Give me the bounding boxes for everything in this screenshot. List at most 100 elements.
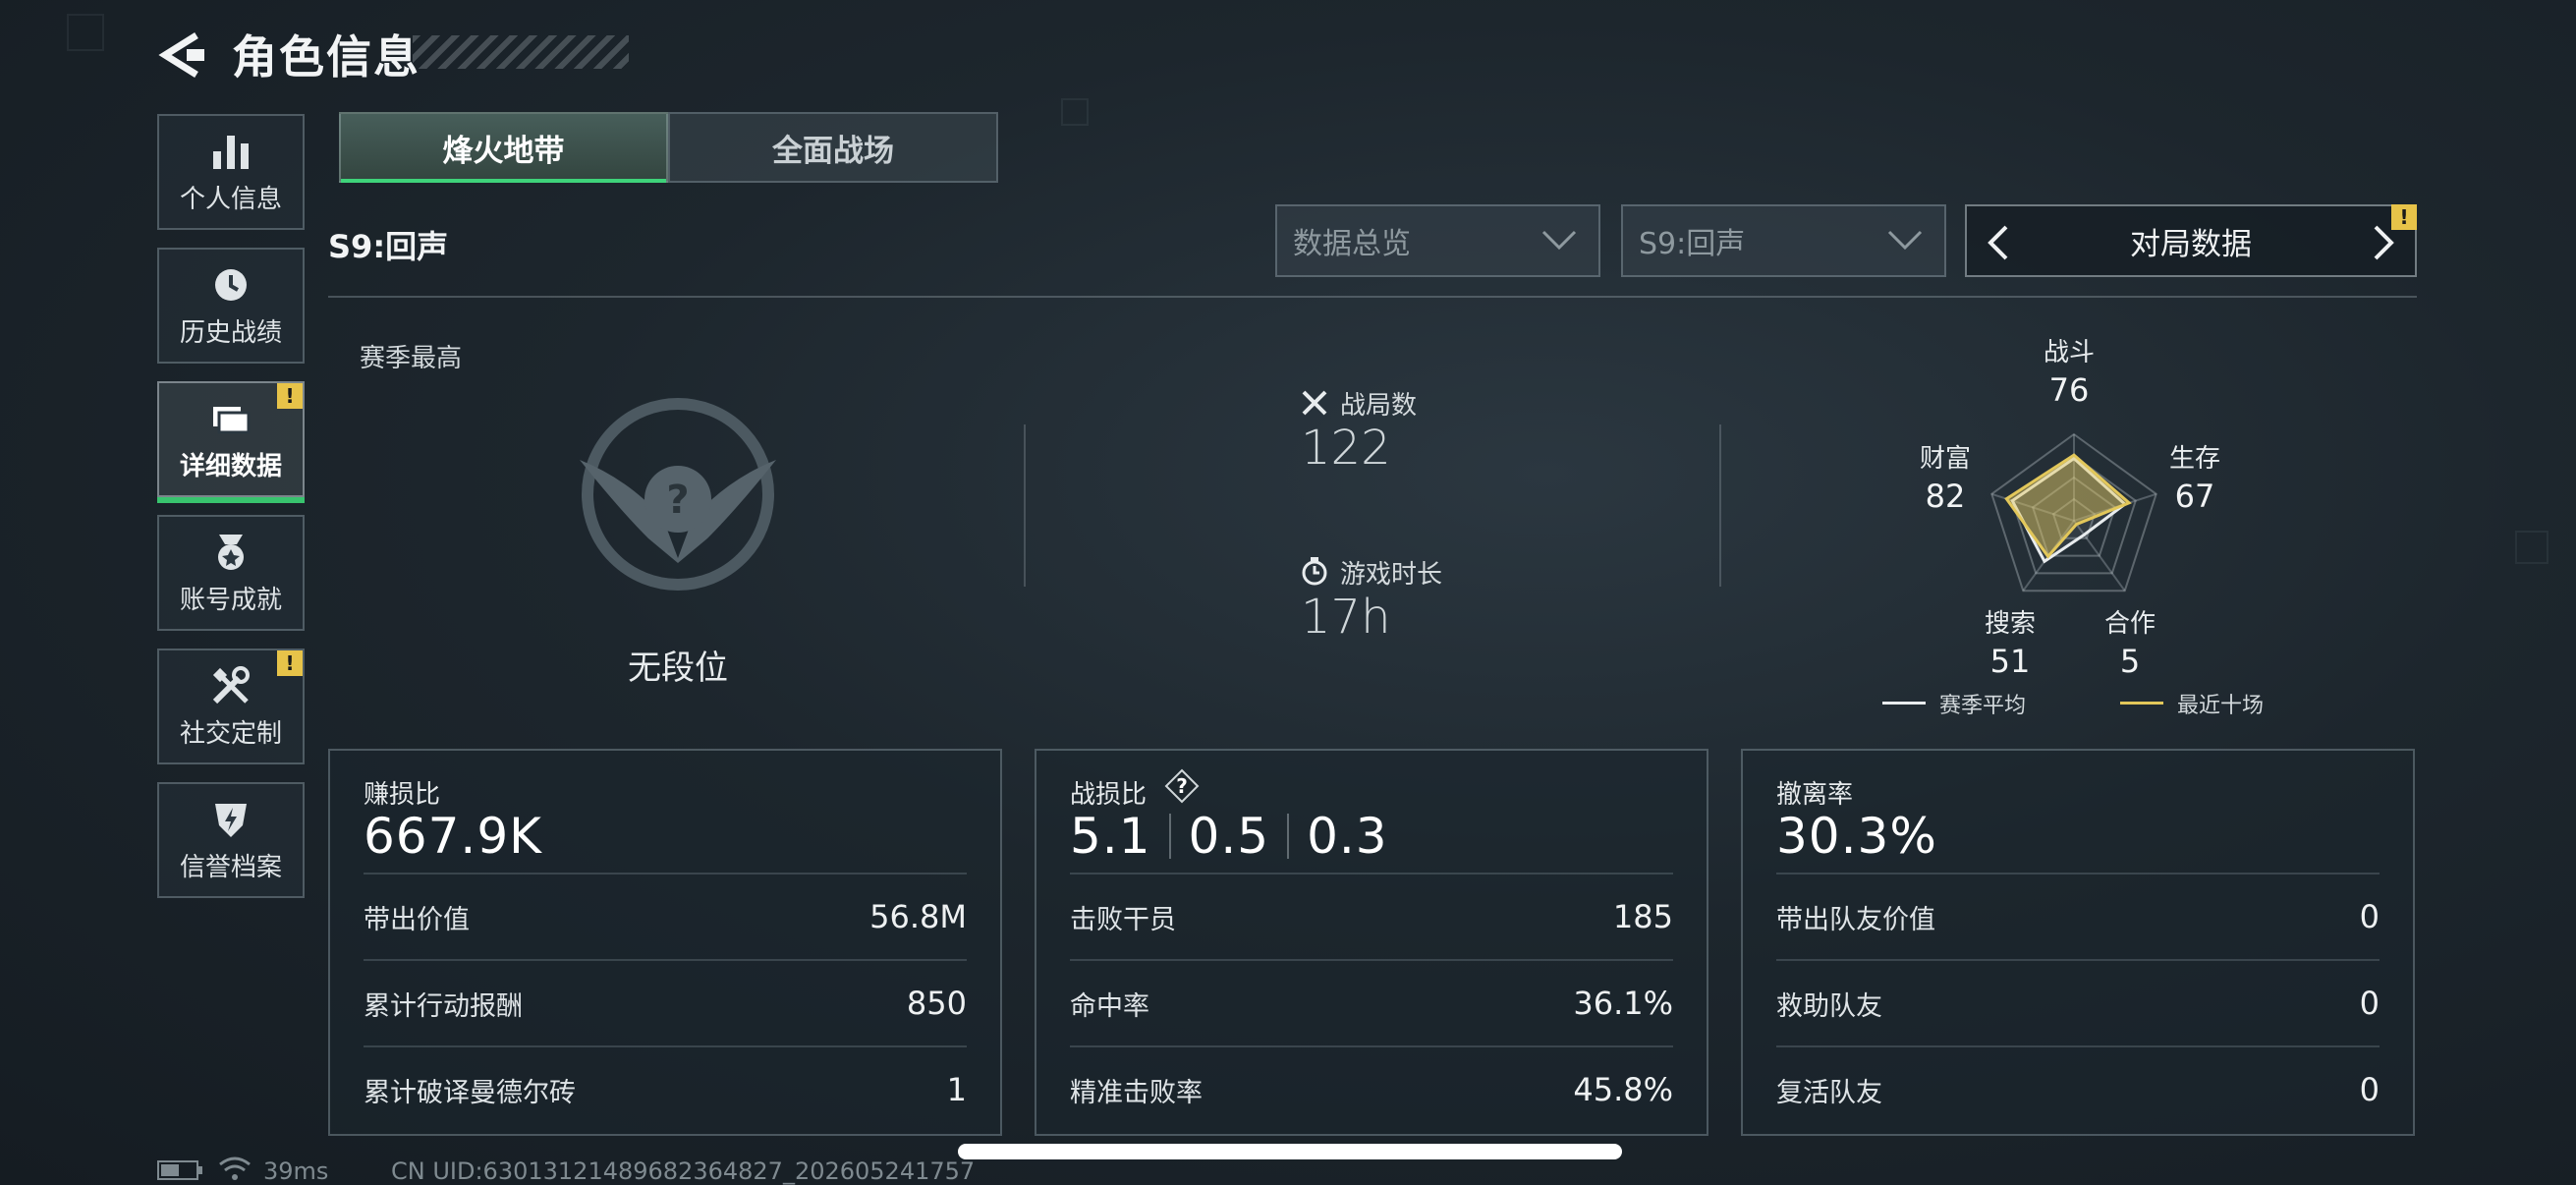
radar-axis-label: 搜索 (1984, 609, 2036, 639)
kd-separator (1287, 814, 1290, 859)
kd-value-2: 0.5 (1188, 808, 1270, 865)
ping-value: 39ms (263, 1157, 329, 1185)
rank-emblem-icon: ? (580, 398, 776, 591)
sidebar-item-label: 详细数据 (179, 451, 282, 481)
title-stripe-decoration (413, 35, 629, 69)
radar-axis-label: 财富 (1919, 444, 1971, 474)
kd-separator (1168, 814, 1171, 859)
radar-axis-value: 67 (2174, 478, 2215, 515)
stat-row: 命中率 36.1% (1070, 959, 1673, 1045)
radar-axis-value: 82 (1925, 478, 1966, 515)
stat-row: 击败干员 185 (1070, 873, 1673, 959)
card-main-value: 30.3% (1776, 808, 1937, 865)
stat-row: 救助队友 0 (1776, 959, 2380, 1045)
play-time-value: 17h (1301, 590, 1391, 645)
stat-row: 带出价值 56.8M (364, 873, 967, 959)
battery-icon (157, 1160, 202, 1180)
alert-badge: ! (2391, 204, 2417, 230)
sidebar-item-achievements[interactable]: 账号成就 (157, 515, 305, 631)
season-dropdown[interactable]: S9:回声 (1621, 204, 1946, 277)
radar-axis-label: 生存 (2168, 444, 2220, 474)
kd-values: 5.1 0.5 0.3 (1070, 808, 1388, 865)
home-indicator[interactable] (958, 1144, 1622, 1159)
stat-value: 1 (946, 1071, 967, 1108)
card-title: 战损比 (1070, 780, 1148, 810)
card-title: 撤离率 (1776, 780, 1854, 810)
radar-axis-value: 76 (2048, 371, 2090, 409)
stat-row: 累计行动报酬 850 (364, 959, 967, 1045)
sidebar-item-history[interactable]: 历史战绩 (157, 248, 305, 364)
stat-value: 0 (2359, 1071, 2380, 1108)
page-title: 角色信息 (232, 30, 420, 84)
uid-text: CN UID:63013121489682364827_202605241757 (391, 1157, 976, 1185)
tab-hot-zone[interactable]: 烽火地带 (339, 112, 668, 183)
stat-value: 185 (1612, 898, 1673, 935)
stat-key: 累计行动报酬 (364, 990, 523, 1022)
profit-ratio-card: 赚损比 667.9K 带出价值 56.8M 累计行动报酬 850 累计破译曼德尔砖 1 (328, 749, 1002, 1136)
divider (1719, 424, 1721, 587)
shield-icon (215, 803, 247, 837)
sidebar-item-profile[interactable]: 个人信息 (157, 114, 305, 230)
sidebar-item-label: 个人信息 (179, 184, 282, 214)
divider (328, 296, 2417, 298)
sidebar-item-social[interactable]: ! 社交定制 (157, 649, 305, 764)
legend-recent: 最近十场 (2177, 694, 2265, 718)
stat-key: 累计破译曼德尔砖 (364, 1077, 576, 1108)
chevron-left-icon[interactable] (1985, 224, 2012, 261)
stat-value: 36.1% (1573, 985, 1673, 1022)
rank-emblem-glyph: ? (666, 478, 689, 523)
season-label: S9:回声 (328, 228, 449, 265)
legend-recent-swatch (2120, 702, 2163, 705)
tools-icon (212, 665, 250, 704)
stat-key: 带出价值 (364, 904, 470, 935)
kd-value-3: 0.3 (1307, 808, 1388, 865)
sidebar-item-credit[interactable]: 信誉档案 (157, 782, 305, 898)
back-arrow-icon[interactable] (157, 31, 208, 79)
stat-row: 带出队友价值 0 (1776, 873, 2380, 959)
history-clock-icon (215, 268, 247, 301)
wifi-icon (219, 1157, 251, 1180)
card-title: 赚损比 (364, 780, 441, 810)
data-type-switcher[interactable]: 对局数据 ! (1965, 204, 2417, 277)
sidebar-item-label: 账号成就 (179, 585, 282, 615)
tab-full-battlefield[interactable]: 全面战场 (668, 112, 998, 183)
stat-value: 56.8M (869, 898, 967, 935)
help-glyph: ? (1176, 774, 1188, 798)
stat-row: 累计破译曼德尔砖 1 (364, 1045, 967, 1132)
overview-dropdown[interactable]: 数据总览 (1275, 204, 1600, 277)
radar-axis-value: 5 (2119, 643, 2141, 680)
sidebar-item-detail-data[interactable]: ! 详细数据 (157, 381, 305, 503)
stopwatch-icon (1302, 557, 1327, 586)
season-best-label: 赛季最高 (360, 344, 463, 373)
stat-key: 复活队友 (1776, 1077, 1882, 1108)
stat-key: 救助队友 (1776, 990, 1882, 1022)
legend-season-avg-swatch (1882, 702, 1926, 705)
card-main-value: 667.9K (364, 808, 542, 865)
alert-badge: ! (277, 383, 303, 409)
stat-key: 击败干员 (1070, 904, 1176, 935)
folder-icon (213, 406, 251, 433)
stat-value: 850 (906, 985, 967, 1022)
bg-decoration (1061, 98, 1089, 126)
stat-value: 0 (2359, 898, 2380, 935)
bar-chart-icon (213, 135, 249, 169)
radar-axis-label: 战斗 (2043, 338, 2095, 367)
bg-decoration (2515, 531, 2548, 564)
kd-ratio-card: 战损比 ? 5.1 0.5 0.3 击败干员 185 命中率 36.1% 精准击败率… (1035, 749, 1708, 1136)
stat-value: 0 (2359, 985, 2380, 1022)
stat-row: 精准击败率 45.8% (1070, 1045, 1673, 1132)
radar-axis-value: 51 (1989, 643, 2031, 680)
alert-badge: ! (277, 650, 303, 676)
stat-key: 带出队友价值 (1776, 904, 1935, 935)
help-question-icon[interactable]: ? (1164, 768, 1200, 804)
rank-name: 无段位 (628, 649, 728, 688)
radar-axis-label: 合作 (2103, 609, 2156, 639)
chevron-down-icon (1541, 230, 1577, 251)
switcher-label: 对局数据 (2130, 226, 2252, 262)
medal-icon (218, 534, 244, 570)
dropdown-value: S9:回声 (1639, 227, 1746, 261)
stat-key: 精准击败率 (1070, 1077, 1203, 1108)
sidebar-item-label: 信誉档案 (179, 852, 282, 882)
stat-key: 命中率 (1070, 990, 1149, 1022)
crossed-swords-icon (1302, 390, 1327, 416)
